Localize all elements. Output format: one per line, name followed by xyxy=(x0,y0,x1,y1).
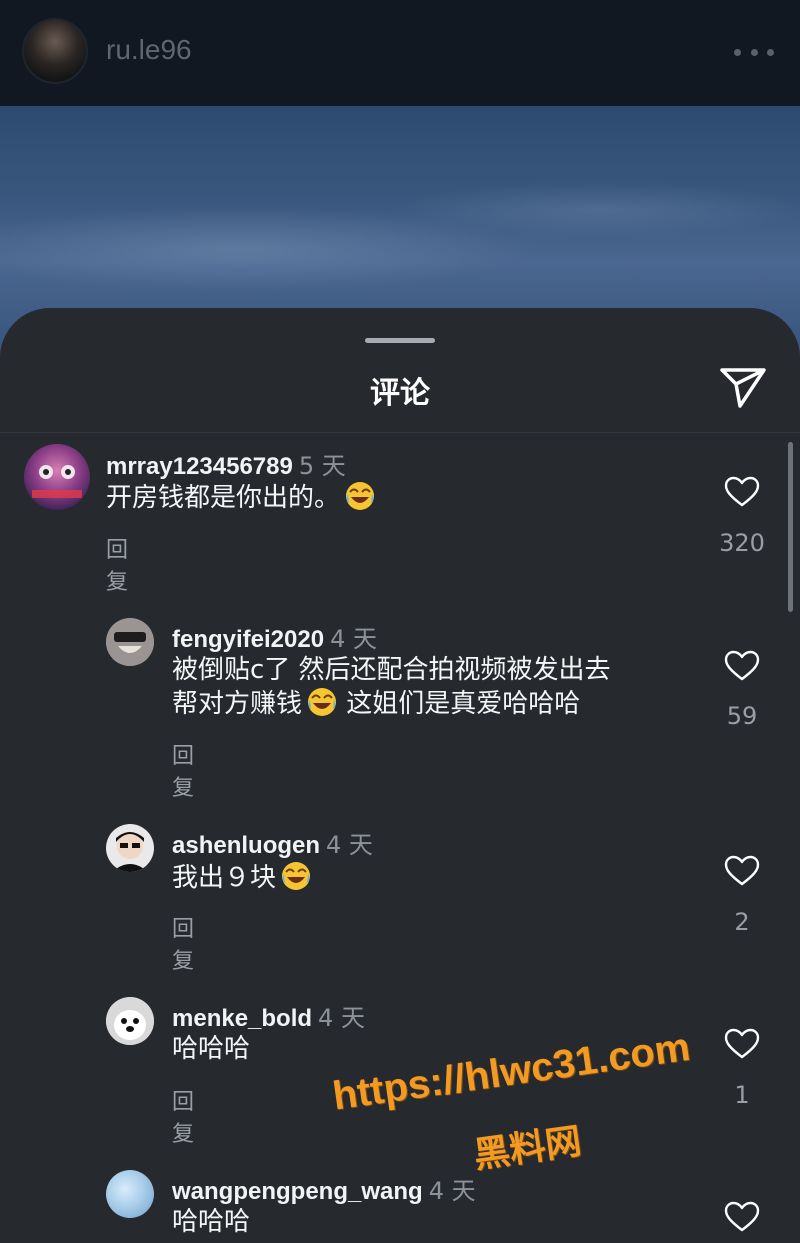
comment-text: 被倒贴c了 然后还配合拍视频被发出去 帮对方赚钱 这姐们是真爱哈哈哈 xyxy=(172,654,611,720)
reply-button[interactable]: 回复 xyxy=(172,738,194,802)
send-icon[interactable] xyxy=(718,364,768,410)
heart-icon[interactable] xyxy=(724,1201,760,1233)
comment-time: 4 天 xyxy=(330,625,377,653)
comment-text-line: 帮对方赚钱 xyxy=(172,689,303,719)
commenter-username[interactable]: wangpengpeng_wang xyxy=(172,1178,423,1205)
comment-time: 4 天 xyxy=(326,831,373,859)
joy-emoji-icon xyxy=(282,862,311,890)
heart-icon[interactable] xyxy=(724,476,760,508)
heart-icon[interactable] xyxy=(724,1028,760,1060)
reply-button[interactable]: 回复 xyxy=(172,1084,194,1148)
like-count: 320 xyxy=(719,529,765,557)
author-username[interactable]: ru.le96 xyxy=(106,34,192,66)
comment-text: 我出９块 xyxy=(172,860,312,894)
comment-text-line: 这姐们是真爱哈哈哈 xyxy=(338,689,581,719)
commenter-avatar[interactable] xyxy=(106,824,154,872)
author-avatar[interactable] xyxy=(22,18,88,84)
comment-time: 4 天 xyxy=(318,1004,365,1032)
heart-icon[interactable] xyxy=(724,650,760,682)
commenter-avatar[interactable] xyxy=(106,997,154,1045)
like-count: 1 xyxy=(734,1081,750,1109)
like-count: 2 xyxy=(734,908,750,936)
more-icon[interactable] xyxy=(734,38,774,66)
commenter-username[interactable]: ashenluogen xyxy=(172,832,320,859)
reply-button[interactable]: 回复 xyxy=(106,532,128,596)
comment-text: 哈哈哈 xyxy=(172,1207,251,1237)
commenter-username[interactable]: fengyifei2020 xyxy=(172,626,324,653)
sheet-title: 评论 xyxy=(370,376,430,411)
heart-icon[interactable] xyxy=(724,855,760,887)
joy-emoji-icon xyxy=(346,482,375,510)
comment-text: 哈哈哈 xyxy=(172,1034,251,1064)
divider xyxy=(0,432,800,433)
comment-time: 4 天 xyxy=(428,1177,476,1205)
commenter-username[interactable]: mrray123456789 xyxy=(106,453,293,480)
commenter-username[interactable]: menke_bold xyxy=(172,1005,312,1032)
commenter-avatar[interactable] xyxy=(106,618,154,666)
comment-time: 5 天 xyxy=(298,452,346,480)
comment-text-content: 开房钱都是你出的。 xyxy=(106,483,341,513)
profile-header: ru.le96 xyxy=(0,0,800,106)
like-count: 59 xyxy=(726,702,758,730)
comment-text-line: 被倒贴c了 然后还配合拍视频被发出去 xyxy=(172,655,611,685)
comment-text-content: 我出９块 xyxy=(172,863,277,893)
scrollbar[interactable] xyxy=(788,442,793,612)
commenter-avatar[interactable] xyxy=(106,1170,154,1218)
joy-emoji-icon xyxy=(308,688,337,716)
drag-handle[interactable] xyxy=(365,338,435,343)
commenter-avatar[interactable] xyxy=(24,444,90,510)
reply-button[interactable]: 回复 xyxy=(172,911,194,975)
comment-text: 开房钱都是你出的。 xyxy=(106,480,376,514)
